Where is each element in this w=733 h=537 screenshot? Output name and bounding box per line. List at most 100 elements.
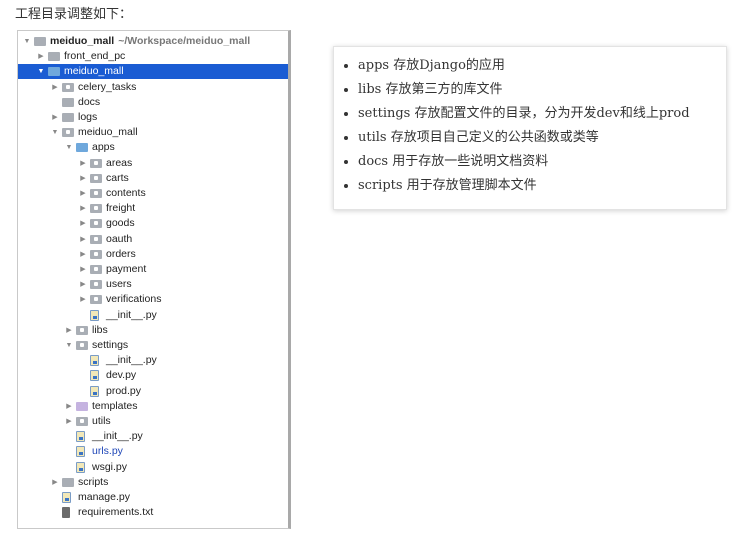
tree-row[interactable]: ▶ users (18, 277, 288, 292)
chevron-right-icon[interactable]: ▶ (64, 323, 74, 338)
package-folder-icon (90, 219, 102, 229)
python-file-icon (76, 431, 85, 443)
project-file-tree[interactable]: ▼ meiduo_mall ~/Workspace/meiduo_mall ▶ fron… (17, 30, 291, 529)
tree-row[interactable]: ▶ goods (18, 216, 288, 231)
tree-item-label: orders (106, 247, 136, 260)
tree-item-label: logs (78, 111, 98, 123)
tree-row[interactable]: ▶ contents (18, 186, 288, 201)
tree-row[interactable]: urls.py (18, 444, 288, 459)
tree-row[interactable]: ▶ scripts (18, 475, 288, 490)
chevron-right-icon[interactable]: ▶ (78, 186, 88, 201)
tree-row[interactable]: docs (18, 95, 288, 110)
chevron-right-icon[interactable]: ▶ (50, 475, 60, 490)
folder-icon (34, 37, 46, 46)
tree-row[interactable]: manage.py (18, 490, 288, 505)
chevron-right-icon[interactable]: ▶ (78, 262, 88, 277)
folder-icon (48, 52, 60, 62)
tree-item-label: manage.py (78, 491, 130, 503)
tree-item-label: front_end_pc (64, 50, 126, 63)
chevron-right-icon[interactable]: ▶ (78, 171, 88, 186)
tree-item-label: settings (92, 339, 129, 351)
tree-row[interactable]: ▶ templates (18, 399, 288, 414)
folder-icon (76, 401, 88, 411)
tree-item-label: meiduo_mall (78, 126, 138, 139)
tree-row[interactable]: ▶ payment (18, 262, 288, 277)
tree-row[interactable]: ▼ meiduo_mall (18, 64, 288, 80)
tree-row[interactable]: prod.py (18, 384, 288, 399)
tree-row[interactable]: ▼ meiduo_mall ~/Workspace/meiduo_mall (18, 34, 288, 49)
chevron-right-icon[interactable]: ▶ (50, 110, 60, 125)
tree-item-label: celery_tasks (78, 80, 137, 93)
tree-row[interactable]: ▶ front_end_pc (18, 49, 288, 64)
python-file-icon (76, 446, 85, 458)
chevron-right-icon[interactable]: ▶ (78, 277, 88, 292)
chevron-down-icon[interactable]: ▼ (22, 34, 32, 49)
tree-item-label: prod.py (106, 384, 142, 397)
notes-list: apps 存放Django的应用libs 存放第三方的库文件settings 存… (334, 47, 726, 198)
tree-row[interactable]: ▼ settings (18, 338, 288, 353)
tree-row[interactable]: ▶ areas (18, 156, 288, 171)
package-dot-icon (66, 84, 70, 89)
tree-item-label: goods (106, 217, 135, 230)
package-folder-icon (62, 128, 74, 138)
note-item: scripts 用于存放管理脚本文件 (358, 174, 726, 198)
tree-row[interactable]: __init__.py (18, 353, 288, 368)
package-folder-icon (90, 189, 102, 198)
tree-row[interactable]: requirements.txt (18, 505, 288, 520)
tree-row[interactable]: dev.py (18, 368, 288, 383)
tree-item-label: carts (106, 171, 129, 184)
package-folder-icon (90, 204, 102, 214)
chevron-right-icon[interactable]: ▶ (78, 247, 88, 262)
folder-icon (62, 477, 74, 487)
tree-row[interactable]: __init__.py (18, 308, 288, 323)
chevron-right-icon[interactable]: ▶ (36, 49, 46, 64)
chevron-right-icon[interactable]: ▶ (78, 216, 88, 231)
tree-row[interactable]: ▶ carts (18, 171, 288, 186)
tree-row[interactable]: ▶ freight (18, 201, 288, 216)
tree-item-label: payment (106, 263, 147, 275)
tree-row[interactable]: ▶ logs (18, 110, 288, 125)
tree-row[interactable]: __init__.py (18, 429, 288, 444)
tree-row[interactable]: ▶ celery_tasks (18, 80, 288, 95)
tree-row[interactable]: ▼ meiduo_mall (18, 125, 288, 140)
tree-row[interactable]: wsgi.py (18, 460, 288, 475)
tree-row[interactable]: ▶ orders (18, 247, 288, 262)
package-dot-icon (94, 297, 98, 302)
tree-item-label: oauth (106, 232, 133, 245)
tree-item-label: users (106, 278, 132, 291)
tree-row[interactable]: ▼ apps (18, 140, 288, 155)
package-folder-icon (90, 158, 102, 168)
chevron-down-icon[interactable]: ▼ (64, 140, 74, 155)
chevron-right-icon[interactable]: ▶ (78, 292, 88, 307)
chevron-right-icon[interactable]: ▶ (50, 80, 60, 95)
folder-icon (76, 143, 88, 153)
tree-row[interactable]: ▶ libs (18, 323, 288, 338)
tree-item-label: docs (78, 95, 101, 108)
python-file-icon (90, 355, 99, 367)
package-folder-icon (76, 341, 88, 350)
chevron-right-icon[interactable]: ▶ (78, 201, 88, 216)
package-dot-icon (94, 267, 98, 271)
note-item: settings 存放配置文件的目录，分为开发dev和线上prod (358, 102, 726, 126)
package-folder-icon (90, 234, 102, 244)
tree-row[interactable]: ▶ verifications (18, 292, 288, 307)
tree-item-label: templates (92, 399, 138, 412)
tree-item-label: contents (106, 187, 146, 199)
chevron-right-icon[interactable]: ▶ (64, 414, 74, 429)
chevron-right-icon[interactable]: ▶ (78, 156, 88, 171)
tree-row[interactable]: ▶ oauth (18, 232, 288, 247)
notes-card: apps 存放Django的应用libs 存放第三方的库文件settings 存… (333, 46, 727, 210)
tree-item-label: areas (106, 156, 133, 169)
chevron-right-icon[interactable]: ▶ (64, 399, 74, 414)
package-dot-icon (94, 221, 98, 226)
chevron-down-icon[interactable]: ▼ (36, 64, 46, 79)
tree-row[interactable]: ▶ utils (18, 414, 288, 429)
python-file-icon (90, 309, 99, 321)
chevron-down-icon[interactable]: ▼ (64, 338, 74, 353)
package-folder-icon (90, 173, 102, 183)
intro-text: 工程目录调整如下： (15, 7, 133, 22)
chevron-down-icon[interactable]: ▼ (50, 125, 60, 140)
tree-item-label: apps (92, 141, 115, 154)
chevron-right-icon[interactable]: ▶ (78, 232, 88, 247)
tree-item-label: requirements.txt (78, 506, 154, 519)
